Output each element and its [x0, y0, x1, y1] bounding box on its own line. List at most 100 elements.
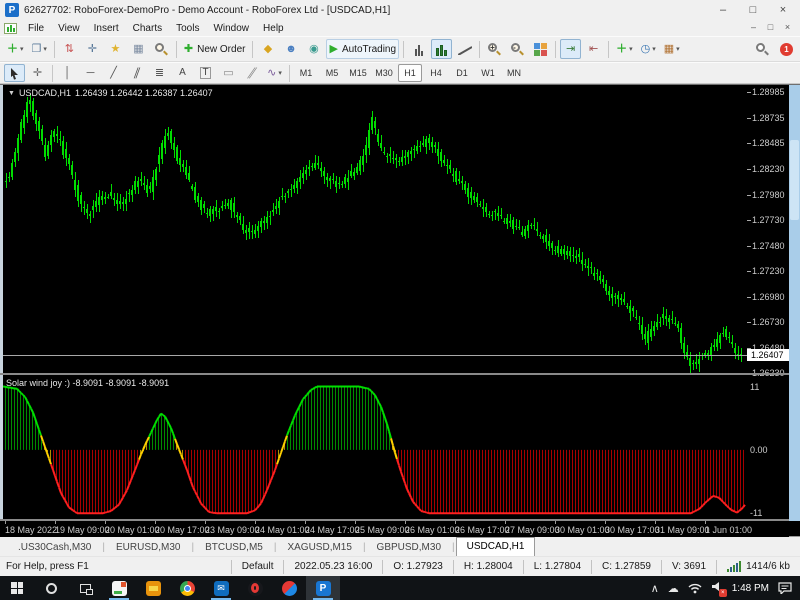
new-chart-button[interactable]: ＋▾: [4, 39, 27, 59]
menu-file[interactable]: File: [21, 20, 51, 36]
bar-chart-button[interactable]: [408, 39, 429, 59]
timeframe-w1-button[interactable]: W1: [476, 64, 500, 82]
taskbar-app-mail[interactable]: ✉: [204, 576, 238, 600]
time-axis[interactable]: 18 May 202219 May 09:0020 May 01:0020 Ma…: [0, 521, 789, 537]
trendline-button[interactable]: ╱: [103, 64, 124, 82]
navigator-button[interactable]: ★: [105, 39, 126, 59]
taskbar-app-document[interactable]: [102, 576, 136, 600]
terminal-button[interactable]: ▦: [128, 39, 149, 59]
text-label-button[interactable]: T: [195, 64, 216, 82]
chart-tab-gbpusd-m30[interactable]: GBPUSD,M30: [367, 540, 451, 556]
onedrive-cloud-icon[interactable]: ☁: [668, 582, 679, 595]
indicator-canvas[interactable]: [3, 375, 747, 519]
timeframe-mn-button[interactable]: MN: [502, 64, 526, 82]
parallel-lines-button[interactable]: ∥: [241, 64, 262, 82]
metaeditor-button[interactable]: ◆: [257, 39, 278, 59]
taskbar-app-metatrader[interactable]: P: [306, 576, 340, 600]
symbol-timeframe-text: USDCAD,H1: [19, 88, 71, 98]
metaeditor-icon: ◆: [264, 44, 272, 55]
templates-button[interactable]: ▦▾: [661, 39, 683, 59]
menu-insert[interactable]: Insert: [87, 20, 126, 36]
task-view-button[interactable]: [68, 576, 102, 600]
auto-scroll-button[interactable]: ⇥: [560, 39, 581, 59]
candlestick-chart-button[interactable]: [431, 39, 452, 59]
vertical-line-button[interactable]: │: [57, 64, 78, 82]
taskbar-app-opera[interactable]: [238, 576, 272, 600]
cortana-button[interactable]: [34, 576, 68, 600]
status-profile[interactable]: Default: [231, 560, 284, 574]
arrows-button[interactable]: ∿▾: [264, 64, 285, 82]
taskbar-app-orange[interactable]: [136, 576, 170, 600]
horizontal-line-icon: ─: [87, 68, 95, 79]
tray-expand-chevron-icon[interactable]: ∧: [651, 582, 659, 595]
chart-tab-eurusd-m30[interactable]: EURUSD,M30: [106, 540, 190, 556]
new-order-button[interactable]: ✚New Order: [181, 39, 249, 59]
crosshair-button[interactable]: ✛: [27, 64, 48, 82]
zoom-in-button[interactable]: +: [484, 39, 505, 59]
minimize-button[interactable]: –: [708, 1, 738, 19]
menu-charts[interactable]: Charts: [126, 20, 169, 36]
wifi-icon[interactable]: [688, 583, 702, 594]
scrollbar-thumb[interactable]: [790, 140, 799, 220]
line-chart-button[interactable]: [454, 39, 475, 59]
market-watch-button[interactable]: ⇅: [59, 39, 80, 59]
fibonacci-button[interactable]: ≣: [149, 64, 170, 82]
expert-advisors-button[interactable]: ☻: [280, 39, 301, 59]
chart-symbol-label[interactable]: ▼ USDCAD,H1 1.26439 1.26442 1.26387 1.26…: [8, 88, 213, 98]
child-minimize-button[interactable]: –: [745, 20, 762, 34]
timeframe-m30-button[interactable]: M30: [372, 64, 396, 82]
search-button[interactable]: [752, 39, 773, 59]
time-tick: [155, 521, 156, 524]
close-button[interactable]: ×: [768, 1, 798, 19]
chart-tab-usdcad-h1[interactable]: USDCAD,H1: [456, 537, 536, 556]
menu-window[interactable]: Window: [206, 20, 256, 36]
strategy-tester-button[interactable]: [151, 39, 172, 59]
price-axis[interactable]: 1.289851.287351.284851.282301.279801.277…: [747, 85, 789, 373]
tile-windows-button[interactable]: [530, 39, 551, 59]
data-window-button[interactable]: ✛: [82, 39, 103, 59]
channel-button[interactable]: ∥: [126, 64, 147, 82]
timeframe-m15-button[interactable]: M15: [346, 64, 370, 82]
time-axis-label: 19 May 09:00: [55, 525, 110, 535]
profiles-button[interactable]: ❐▾: [29, 39, 50, 59]
timeframe-m5-button[interactable]: M5: [320, 64, 344, 82]
indicator-axis[interactable]: 110.00-11: [747, 375, 789, 519]
autotrading-button[interactable]: ▶AutoTrading: [326, 39, 399, 59]
indicators-button[interactable]: ＋▾: [613, 39, 636, 59]
restore-button[interactable]: □: [738, 1, 768, 19]
start-button[interactable]: [0, 576, 34, 600]
horizontal-line-button[interactable]: ─: [80, 64, 101, 82]
taskbar-app-game[interactable]: [272, 576, 306, 600]
time-tick: [405, 521, 406, 524]
toolbar-separator: [176, 41, 177, 58]
taskbar-app-chrome[interactable]: [170, 576, 204, 600]
timeframe-h4-button[interactable]: H4: [424, 64, 448, 82]
periods-button[interactable]: ◷▾: [638, 39, 659, 59]
timeframe-h1-button[interactable]: H1: [398, 64, 422, 82]
indicator-label[interactable]: Solar wind joy :) -8.9091 -8.9091 -8.909…: [6, 378, 169, 388]
timeframe-m1-button[interactable]: M1: [294, 64, 318, 82]
chart-tab--us30cash-m30[interactable]: .US30Cash,M30: [8, 540, 101, 556]
child-restore-button[interactable]: □: [762, 20, 779, 34]
volume-muted-icon[interactable]: ×: [711, 581, 723, 595]
shapes-button[interactable]: ▭: [218, 64, 239, 82]
menu-help[interactable]: Help: [256, 20, 291, 36]
price-chart-canvas[interactable]: [3, 85, 747, 373]
price-tick: [747, 143, 751, 144]
child-close-button[interactable]: ×: [779, 20, 796, 34]
news-button[interactable]: ◉: [303, 39, 324, 59]
action-center-icon[interactable]: [778, 582, 792, 594]
chart-shift-button[interactable]: ⇤: [583, 39, 604, 59]
notifications-button[interactable]: 1: [775, 39, 796, 59]
timeframe-d1-button[interactable]: D1: [450, 64, 474, 82]
taskbar-clock[interactable]: 1:48 PM: [732, 583, 769, 594]
text-button[interactable]: A: [172, 64, 193, 82]
cursor-button[interactable]: [4, 64, 25, 82]
chart-tab-btcusd-m5[interactable]: BTCUSD,M5: [195, 540, 273, 556]
menu-tools[interactable]: Tools: [169, 20, 206, 36]
vertical-scrollbar[interactable]: [789, 85, 800, 521]
menu-view[interactable]: View: [51, 20, 87, 36]
chart-tab-xagusd-m15[interactable]: XAGUSD,M15: [277, 540, 361, 556]
zoom-out-button[interactable]: -: [507, 39, 528, 59]
time-axis-label: 30 May 01:00: [555, 525, 610, 535]
